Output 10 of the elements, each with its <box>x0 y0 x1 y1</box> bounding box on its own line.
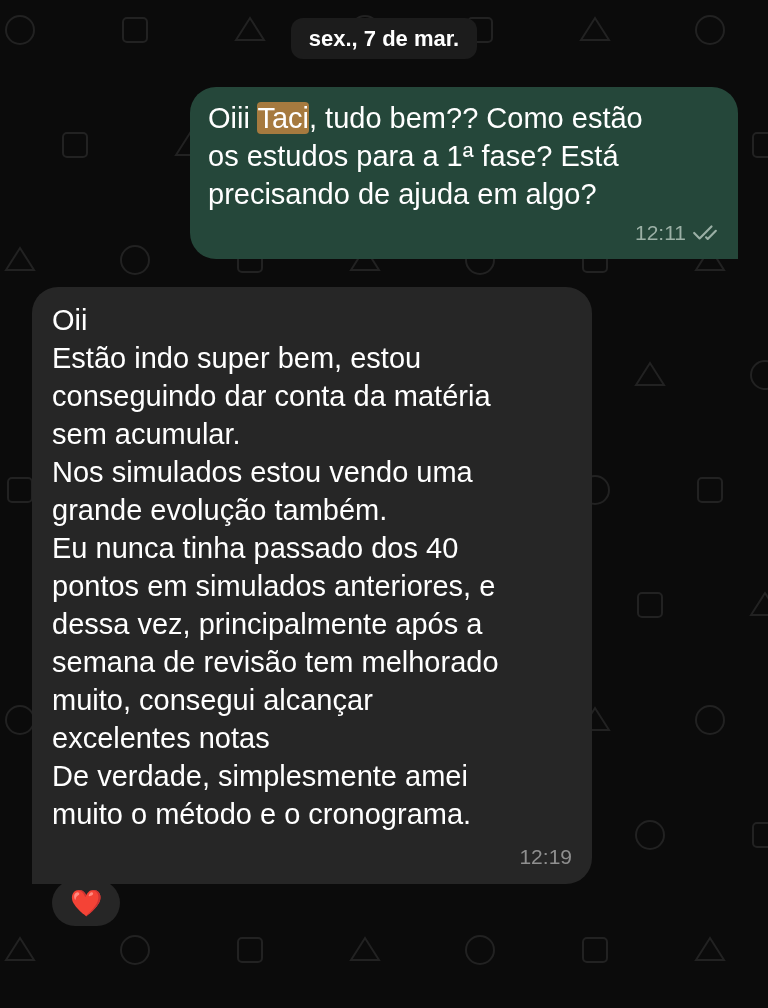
message-text: Oii <box>52 302 89 338</box>
message-time: 12:11 <box>635 220 686 246</box>
message-text: Nos simulados estou vendo uma grande evolução também. <box>52 454 474 528</box>
message-text: De verdade, simplesmente amei muito o método e o cronograma. <box>52 758 473 832</box>
message-text: Estão indo super bem, estou conseguindo dar conta da matéria sem acumular. <box>52 340 492 452</box>
message-time: 12:19 <box>519 843 572 870</box>
message-text: Oiii Taci, tudo bem?? Como estão os estudos para a 1ª fase? Está precisando de ajuda em algo? <box>208 101 644 212</box>
message-text: Eu nunca tinha passado dos 40 pontos em simulados anteriores, e dessa vez, principalmente após a semana de revisão tem melhorado muito, consegui alcançar excelentes notas <box>52 530 500 756</box>
mention-highlight: Taci <box>257 102 309 134</box>
date-label: sex., 7 de mar. <box>290 18 478 59</box>
